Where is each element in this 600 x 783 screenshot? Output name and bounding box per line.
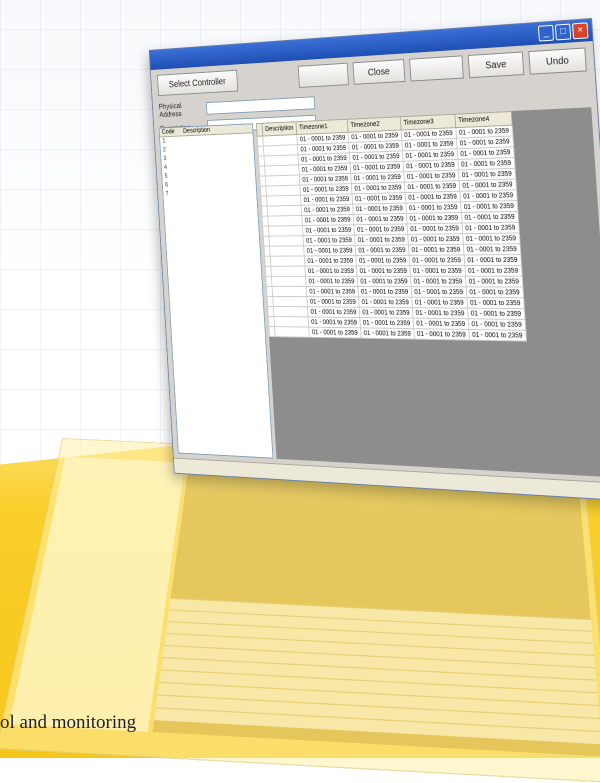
reflection-grid-rows [154, 597, 600, 745]
table-cell: 01 - 0001 to 2359 [465, 276, 523, 287]
table-cell: 01 - 0001 to 2359 [406, 223, 463, 235]
close-icon[interactable]: × [572, 22, 589, 40]
select-controller-button[interactable]: Select Controller [157, 69, 239, 97]
table-cell: 01 - 0001 to 2359 [461, 222, 519, 234]
table-cell [274, 326, 310, 338]
list-item-code: 7 [165, 190, 169, 198]
toolbar-button-1[interactable] [297, 62, 349, 88]
table-cell: 01 - 0001 to 2359 [302, 224, 355, 236]
table-cell: 01 - 0001 to 2359 [408, 244, 464, 256]
list-item[interactable]: 7 [163, 188, 256, 199]
maximize-icon[interactable]: □ [554, 23, 572, 41]
table-row[interactable]: 01 - 0001 to 2359 01 - 0001 to 2359 01 - 0… [265, 276, 523, 287]
table-cell: 01 - 0001 to 2359 [463, 254, 522, 266]
table-cell: 01 - 0001 to 2359 [411, 297, 468, 309]
table-cell [270, 255, 305, 267]
table-row[interactable]: 01 - 0001 to 2359 01 - 0001 to 2359 01 - 0… [265, 265, 522, 277]
table-cell [268, 235, 304, 247]
table-cell [269, 245, 305, 257]
physical-address-label: Physical Address [158, 101, 182, 119]
table-cell: 01 - 0001 to 2359 [354, 234, 409, 246]
table-cell: 01 - 0001 to 2359 [409, 265, 466, 277]
table-cell: 01 - 0001 to 2359 [308, 327, 361, 339]
table-cell: 01 - 0001 to 2359 [463, 243, 521, 255]
toolbar-button-3[interactable] [409, 55, 464, 82]
close-button[interactable]: Close [352, 59, 406, 85]
table-cell: 01 - 0001 to 2359 [356, 265, 411, 277]
table-cell: 01 - 0001 to 2359 [304, 265, 358, 277]
undo-button[interactable]: Undo [528, 47, 587, 75]
caption-text: ol and monitoring [0, 712, 137, 733]
app-window: _ □ × Select Controller Close Save Undo … [148, 18, 600, 502]
table-cell: 01 - 0001 to 2359 [468, 329, 527, 342]
left-header-code[interactable]: Code [159, 128, 181, 137]
table-cell [270, 266, 306, 277]
table-cell: 01 - 0001 to 2359 [413, 328, 470, 341]
table-cell [267, 205, 302, 217]
table-cell: 01 - 0001 to 2359 [357, 276, 411, 287]
table-cell: 01 - 0001 to 2359 [357, 286, 412, 298]
left-list-items: 1234567 [160, 133, 257, 199]
select-controller-wrap: Select Controller [157, 66, 294, 97]
timezone-grid: Description Timezone1 Timezone2 Timezone3 Ti… [255, 111, 527, 342]
save-button[interactable]: Save [467, 51, 525, 79]
left-header-description[interactable]: Description [181, 126, 213, 135]
table-cell [272, 286, 307, 297]
table-cell: 01 - 0001 to 2359 [467, 308, 525, 320]
table-cell: 01 - 0001 to 2359 [360, 327, 415, 340]
table-cell: 01 - 0001 to 2359 [466, 297, 524, 309]
table-cell: 01 - 0001 to 2359 [408, 254, 465, 266]
table-cell: 01 - 0001 to 2359 [359, 307, 413, 319]
table-cell [273, 306, 309, 317]
table-cell: 01 - 0001 to 2359 [407, 233, 464, 245]
table-cell: 01 - 0001 to 2359 [303, 245, 356, 256]
table-cell: 01 - 0001 to 2359 [465, 286, 524, 298]
table-cell: 01 - 0001 to 2359 [305, 276, 358, 287]
table-cell: 01 - 0001 to 2359 [412, 307, 468, 319]
physical-address-field[interactable] [205, 96, 316, 115]
table-cell: 01 - 0001 to 2359 [410, 286, 467, 298]
table-cell [273, 316, 309, 328]
table-cell: 01 - 0001 to 2359 [464, 265, 522, 277]
table-cell: 01 - 0001 to 2359 [412, 318, 469, 330]
table-cell: 01 - 0001 to 2359 [355, 255, 410, 266]
table-cell: 01 - 0001 to 2359 [467, 318, 526, 331]
table-cell [267, 215, 303, 227]
table-cell: 01 - 0001 to 2359 [410, 276, 466, 287]
main-area: Code Description 1234567 Description Time… [158, 107, 600, 478]
table-cell: 01 - 0001 to 2359 [307, 306, 360, 318]
minimize-icon[interactable]: _ [537, 24, 555, 42]
table-cell: 01 - 0001 to 2359 [353, 223, 408, 236]
table-cell [271, 276, 307, 287]
left-list-panel[interactable]: Code Description 1234567 [158, 123, 274, 459]
table-cell: 01 - 0001 to 2359 [303, 235, 356, 246]
table-cell: 01 - 0001 to 2359 [358, 296, 413, 308]
table-cell: 01 - 0001 to 2359 [355, 244, 409, 256]
table-cell [268, 225, 304, 237]
grid-panel: Description Timezone1 Timezone2 Timezone3 Ti… [255, 107, 600, 478]
grid-body: 01 - 0001 to 2359 01 - 0001 to 2359 01 - 0… [257, 125, 527, 342]
table-cell [272, 296, 308, 307]
table-cell: 01 - 0001 to 2359 [462, 232, 520, 245]
table-cell: 01 - 0001 to 2359 [306, 286, 359, 297]
table-cell: 01 - 0001 to 2359 [304, 255, 357, 267]
table-cell: 01 - 0001 to 2359 [306, 296, 360, 308]
